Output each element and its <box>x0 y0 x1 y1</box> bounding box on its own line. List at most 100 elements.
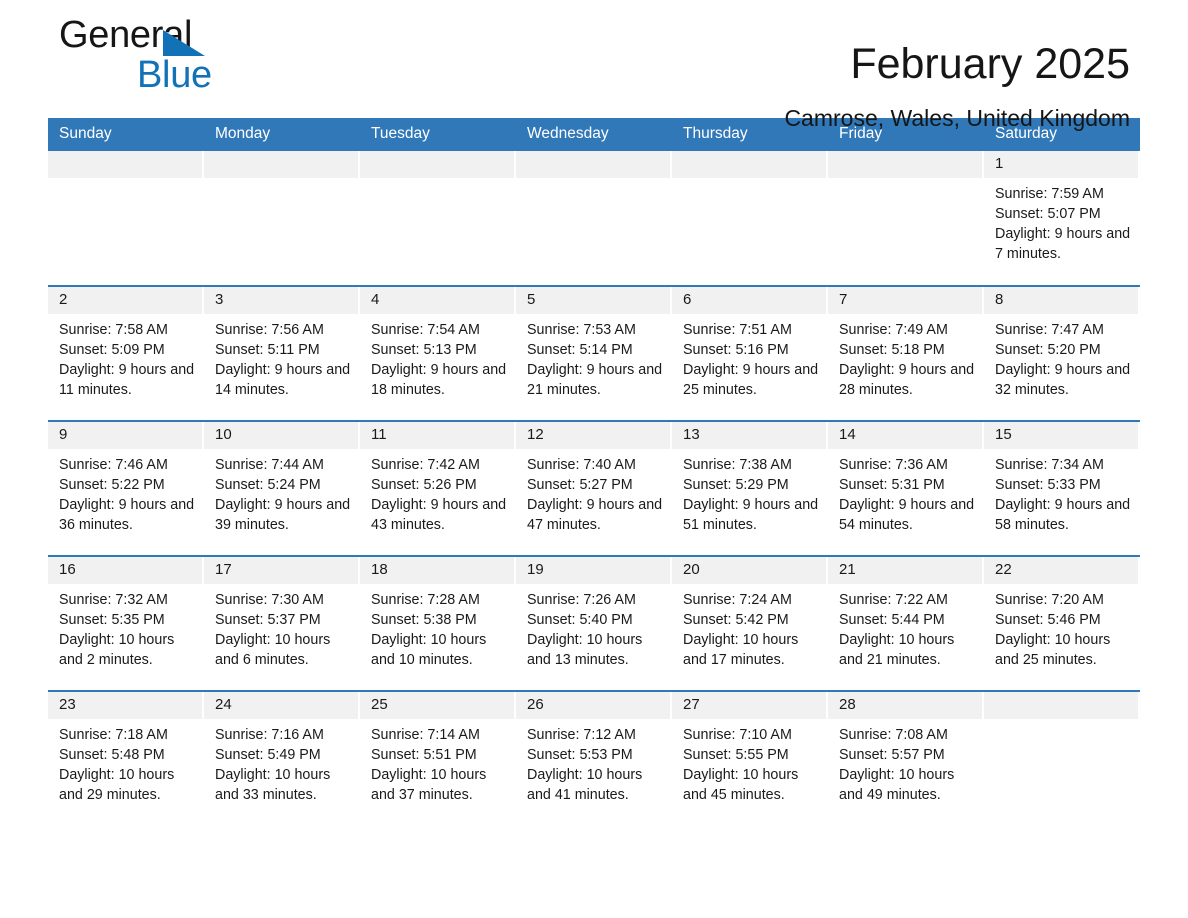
sunset-text: Sunset: 5:16 PM <box>683 342 789 358</box>
day-cell[interactable]: 2 Sunrise: 7:58 AM Sunset: 5:09 PM Dayli… <box>48 285 204 421</box>
title-block: February 2025 Camrose, Wales, United Kin… <box>784 0 1130 133</box>
sunset-text: Sunset: 5:57 PM <box>839 747 945 763</box>
day-cell[interactable]: 25 Sunrise: 7:14 AM Sunset: 5:51 PM Dayl… <box>360 690 516 811</box>
day-info: Sunrise: 7:20 AM Sunset: 5:46 PM Dayligh… <box>984 584 1140 670</box>
daylight-text: Daylight: 9 hours and 39 minutes. <box>215 497 351 533</box>
sunset-text: Sunset: 5:42 PM <box>683 612 789 628</box>
day-cell[interactable]: 18 Sunrise: 7:28 AM Sunset: 5:38 PM Dayl… <box>360 555 516 691</box>
sunrise-text: Sunrise: 7:42 AM <box>371 457 480 473</box>
week-row: 9 Sunrise: 7:46 AM Sunset: 5:22 PM Dayli… <box>48 420 1140 556</box>
day-number <box>516 151 672 178</box>
day-cell[interactable]: 17 Sunrise: 7:30 AM Sunset: 5:37 PM Dayl… <box>204 555 360 691</box>
weekday-header-wednesday: Wednesday <box>516 118 672 151</box>
daylight-text: Daylight: 9 hours and 58 minutes. <box>995 497 1131 533</box>
day-cell[interactable]: 4 Sunrise: 7:54 AM Sunset: 5:13 PM Dayli… <box>360 285 516 421</box>
daylight-text: Daylight: 10 hours and 10 minutes. <box>371 632 487 668</box>
day-cell[interactable]: 7 Sunrise: 7:49 AM Sunset: 5:18 PM Dayli… <box>828 285 984 421</box>
day-cell[interactable]: 28 Sunrise: 7:08 AM Sunset: 5:57 PM Dayl… <box>828 690 984 811</box>
general-blue-logo[interactable]: General Blue <box>59 14 319 100</box>
sunset-text: Sunset: 5:29 PM <box>683 477 789 493</box>
sunrise-text: Sunrise: 7:22 AM <box>839 592 948 608</box>
day-number: 18 <box>360 557 516 584</box>
day-info: Sunrise: 7:58 AM Sunset: 5:09 PM Dayligh… <box>48 314 204 400</box>
daylight-text: Daylight: 9 hours and 21 minutes. <box>527 362 663 398</box>
day-info: Sunrise: 7:38 AM Sunset: 5:29 PM Dayligh… <box>672 449 828 535</box>
day-cell[interactable]: 6 Sunrise: 7:51 AM Sunset: 5:16 PM Dayli… <box>672 285 828 421</box>
day-cell[interactable]: 23 Sunrise: 7:18 AM Sunset: 5:48 PM Dayl… <box>48 690 204 811</box>
day-cell[interactable]: 1 Sunrise: 7:59 AM Sunset: 5:07 PM Dayli… <box>984 151 1140 286</box>
day-cell[interactable]: 22 Sunrise: 7:20 AM Sunset: 5:46 PM Dayl… <box>984 555 1140 691</box>
day-cell[interactable]: 10 Sunrise: 7:44 AM Sunset: 5:24 PM Dayl… <box>204 420 360 556</box>
day-info: Sunrise: 7:26 AM Sunset: 5:40 PM Dayligh… <box>516 584 672 670</box>
sunrise-text: Sunrise: 7:49 AM <box>839 322 948 338</box>
daylight-text: Daylight: 9 hours and 14 minutes. <box>215 362 351 398</box>
day-info: Sunrise: 7:22 AM Sunset: 5:44 PM Dayligh… <box>828 584 984 670</box>
day-number: 21 <box>828 557 984 584</box>
sunrise-text: Sunrise: 7:44 AM <box>215 457 324 473</box>
day-number: 20 <box>672 557 828 584</box>
day-info: Sunrise: 7:59 AM Sunset: 5:07 PM Dayligh… <box>984 178 1140 264</box>
day-number <box>672 151 828 178</box>
sunset-text: Sunset: 5:31 PM <box>839 477 945 493</box>
day-info: Sunrise: 7:24 AM Sunset: 5:42 PM Dayligh… <box>672 584 828 670</box>
day-number: 13 <box>672 422 828 449</box>
daylight-text: Daylight: 10 hours and 2 minutes. <box>59 632 175 668</box>
day-cell[interactable]: 13 Sunrise: 7:38 AM Sunset: 5:29 PM Dayl… <box>672 420 828 556</box>
day-cell[interactable]: 20 Sunrise: 7:24 AM Sunset: 5:42 PM Dayl… <box>672 555 828 691</box>
sunset-text: Sunset: 5:09 PM <box>59 342 165 358</box>
day-cell[interactable]: 21 Sunrise: 7:22 AM Sunset: 5:44 PM Dayl… <box>828 555 984 691</box>
day-cell[interactable]: 5 Sunrise: 7:53 AM Sunset: 5:14 PM Dayli… <box>516 285 672 421</box>
day-cell[interactable]: 16 Sunrise: 7:32 AM Sunset: 5:35 PM Dayl… <box>48 555 204 691</box>
day-cell-empty <box>360 151 516 286</box>
daylight-text: Daylight: 10 hours and 25 minutes. <box>995 632 1111 668</box>
day-cell[interactable]: 11 Sunrise: 7:42 AM Sunset: 5:26 PM Dayl… <box>360 420 516 556</box>
day-cell[interactable]: 24 Sunrise: 7:16 AM Sunset: 5:49 PM Dayl… <box>204 690 360 811</box>
daylight-text: Daylight: 9 hours and 32 minutes. <box>995 362 1131 398</box>
sunrise-text: Sunrise: 7:54 AM <box>371 322 480 338</box>
daylight-text: Daylight: 10 hours and 49 minutes. <box>839 767 955 803</box>
day-cell[interactable]: 14 Sunrise: 7:36 AM Sunset: 5:31 PM Dayl… <box>828 420 984 556</box>
day-cell[interactable]: 9 Sunrise: 7:46 AM Sunset: 5:22 PM Dayli… <box>48 420 204 556</box>
day-info: Sunrise: 7:56 AM Sunset: 5:11 PM Dayligh… <box>204 314 360 400</box>
sunrise-text: Sunrise: 7:20 AM <box>995 592 1104 608</box>
weekday-header-monday: Monday <box>204 118 360 151</box>
daylight-text: Daylight: 10 hours and 6 minutes. <box>215 632 331 668</box>
day-cell[interactable]: 12 Sunrise: 7:40 AM Sunset: 5:27 PM Dayl… <box>516 420 672 556</box>
day-cell[interactable]: 3 Sunrise: 7:56 AM Sunset: 5:11 PM Dayli… <box>204 285 360 421</box>
day-cell[interactable]: 15 Sunrise: 7:34 AM Sunset: 5:33 PM Dayl… <box>984 420 1140 556</box>
daylight-text: Daylight: 9 hours and 28 minutes. <box>839 362 975 398</box>
sunrise-text: Sunrise: 7:28 AM <box>371 592 480 608</box>
daylight-text: Daylight: 10 hours and 33 minutes. <box>215 767 331 803</box>
daylight-text: Daylight: 9 hours and 51 minutes. <box>683 497 819 533</box>
day-number <box>48 151 204 178</box>
sunset-text: Sunset: 5:22 PM <box>59 477 165 493</box>
daylight-text: Daylight: 10 hours and 37 minutes. <box>371 767 487 803</box>
day-number: 2 <box>48 287 204 314</box>
day-number: 23 <box>48 692 204 719</box>
page-header: General Blue February 2025 Camrose, Wale… <box>48 0 1140 131</box>
day-cell[interactable]: 27 Sunrise: 7:10 AM Sunset: 5:55 PM Dayl… <box>672 690 828 811</box>
day-number: 4 <box>360 287 516 314</box>
sunrise-text: Sunrise: 7:08 AM <box>839 727 948 743</box>
day-cell-empty <box>204 151 360 286</box>
daylight-text: Daylight: 10 hours and 29 minutes. <box>59 767 175 803</box>
sunset-text: Sunset: 5:20 PM <box>995 342 1101 358</box>
day-number: 15 <box>984 422 1140 449</box>
day-info: Sunrise: 7:51 AM Sunset: 5:16 PM Dayligh… <box>672 314 828 400</box>
sunrise-text: Sunrise: 7:14 AM <box>371 727 480 743</box>
sunrise-text: Sunrise: 7:16 AM <box>215 727 324 743</box>
sunset-text: Sunset: 5:11 PM <box>215 342 320 358</box>
day-info: Sunrise: 7:36 AM Sunset: 5:31 PM Dayligh… <box>828 449 984 535</box>
sunrise-text: Sunrise: 7:38 AM <box>683 457 792 473</box>
day-cell[interactable]: 8 Sunrise: 7:47 AM Sunset: 5:20 PM Dayli… <box>984 285 1140 421</box>
day-info: Sunrise: 7:46 AM Sunset: 5:22 PM Dayligh… <box>48 449 204 535</box>
sunrise-text: Sunrise: 7:58 AM <box>59 322 168 338</box>
day-cell[interactable]: 26 Sunrise: 7:12 AM Sunset: 5:53 PM Dayl… <box>516 690 672 811</box>
sunrise-text: Sunrise: 7:10 AM <box>683 727 792 743</box>
day-cell[interactable]: 19 Sunrise: 7:26 AM Sunset: 5:40 PM Dayl… <box>516 555 672 691</box>
week-row: 1 Sunrise: 7:59 AM Sunset: 5:07 PM Dayli… <box>48 151 1140 286</box>
sunrise-text: Sunrise: 7:34 AM <box>995 457 1104 473</box>
day-number: 1 <box>984 151 1140 178</box>
logo-triangle-icon <box>163 30 205 56</box>
sunset-text: Sunset: 5:46 PM <box>995 612 1101 628</box>
